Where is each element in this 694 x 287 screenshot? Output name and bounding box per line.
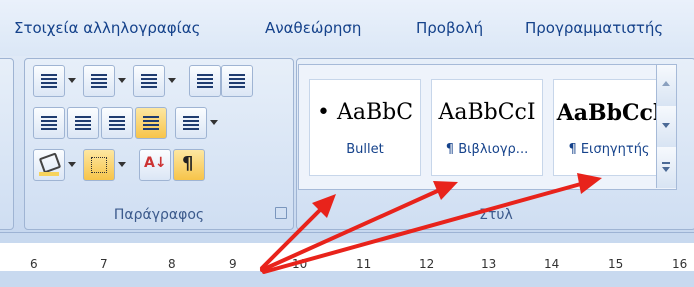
annotation-arrows xyxy=(260,173,602,274)
arrowhead-icon xyxy=(577,173,602,194)
